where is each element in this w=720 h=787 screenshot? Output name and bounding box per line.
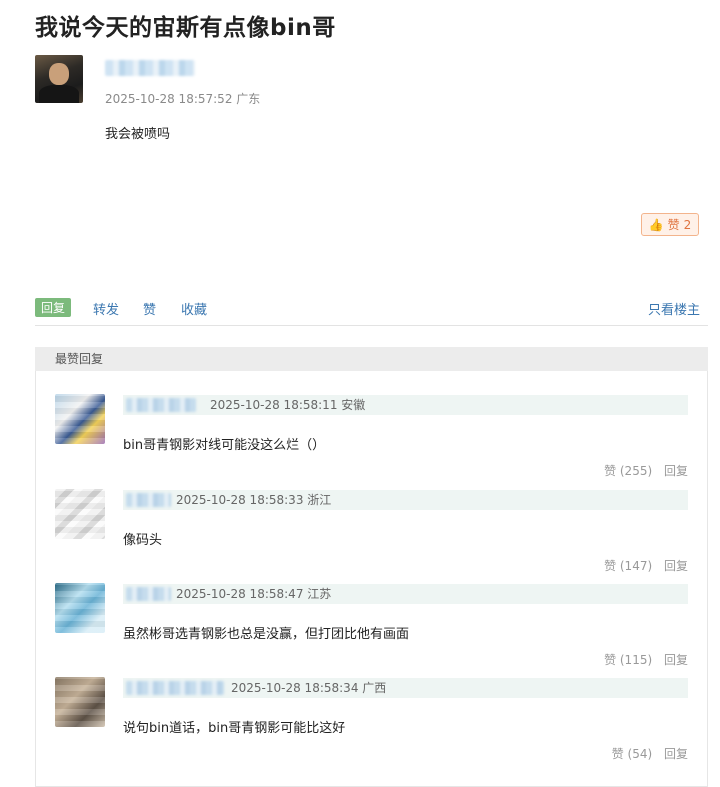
reply-time: 2025-10-28 18:58:11 <box>210 398 338 412</box>
reply-avatar[interactable] <box>55 394 105 444</box>
reply-like-button[interactable]: 赞 (115) <box>604 653 652 667</box>
reply-meta: 2025-10-28 18:58:33 浙江 <box>176 490 331 510</box>
divider <box>35 325 708 326</box>
reply-username-blurred[interactable] <box>126 493 171 507</box>
reply-item: 2025-10-28 18:58:34 广西 说句bin道话，bin哥青钢影可能… <box>35 677 708 772</box>
reply-footer: 赞 (255) 回复 <box>596 462 688 479</box>
reply-location: 江苏 <box>307 587 332 601</box>
reply-meta-bar: 2025-10-28 18:58:33 浙江 <box>123 490 688 510</box>
reply-meta: 2025-10-28 18:58:47 江苏 <box>176 584 331 604</box>
reply-username-blurred[interactable] <box>126 587 171 601</box>
post-actions: 回复 转发 赞 收藏 只看楼主 <box>35 297 700 319</box>
reply-time: 2025-10-28 18:58:47 <box>176 587 304 601</box>
reply-like-button[interactable]: 赞 (54) <box>612 747 652 761</box>
post-location: 广东 <box>236 92 261 106</box>
reply-text: 像码头 <box>123 533 163 548</box>
reply-item: 2025-10-28 18:58:47 江苏 虽然彬哥选青钢影也总是没赢，但打团… <box>35 583 708 678</box>
reply-footer: 赞 (147) 回复 <box>596 557 688 574</box>
reply-avatar[interactable] <box>55 677 105 727</box>
reply-footer: 赞 (115) 回复 <box>596 651 688 668</box>
reply-footer: 赞 (54) 回复 <box>604 745 688 762</box>
reply-meta-bar: 2025-10-28 18:58:47 江苏 <box>123 584 688 604</box>
reply-like-button[interactable]: 赞 (255) <box>604 464 652 478</box>
reply-meta-bar: 2025-10-28 18:58:34 广西 <box>123 678 688 698</box>
reply-text: 说句bin道话，bin哥青钢影可能比这好 <box>123 721 346 736</box>
reply-meta: 2025-10-28 18:58:11 安徽 <box>210 395 365 415</box>
reply-reply-button[interactable]: 回复 <box>664 464 688 478</box>
reply-username-blurred[interactable] <box>126 398 196 412</box>
reply-text: bin哥青钢影对线可能没这么烂（） <box>123 438 326 453</box>
forward-button[interactable]: 转发 <box>93 299 119 318</box>
reply-reply-button[interactable]: 回复 <box>664 653 688 667</box>
post-body: 我会被喷吗 <box>105 127 171 142</box>
author-avatar[interactable] <box>35 55 83 103</box>
only-op-button[interactable]: 只看楼主 <box>648 299 700 318</box>
post-like-count: 2 <box>683 217 692 232</box>
reply-like-button[interactable]: 赞 (147) <box>604 559 652 573</box>
reply-avatar[interactable] <box>55 489 105 539</box>
post-title: 我说今天的宙斯有点像bin哥 <box>35 15 336 41</box>
thumbs-up-icon: 👍 <box>648 217 664 232</box>
hot-replies-header: 最赞回复 <box>35 347 708 371</box>
reply-meta: 2025-10-28 18:58:34 广西 <box>231 678 386 698</box>
reply-time: 2025-10-28 18:58:34 <box>231 681 359 695</box>
reply-button[interactable]: 回复 <box>35 298 72 317</box>
post-like-button[interactable]: 👍 赞 2 <box>641 213 699 236</box>
reply-reply-button[interactable]: 回复 <box>664 559 688 573</box>
reply-text: 虽然彬哥选青钢影也总是没赢，但打团比他有画面 <box>123 627 410 642</box>
post-like-label: 赞 <box>667 218 680 232</box>
post-time: 2025-10-28 18:57:52 <box>105 92 233 106</box>
author-name-blurred[interactable] <box>105 60 195 76</box>
reply-username-blurred[interactable] <box>126 681 224 695</box>
reply-time: 2025-10-28 18:58:33 <box>176 493 304 507</box>
reply-meta-bar: 2025-10-28 18:58:11 安徽 <box>123 395 688 415</box>
post-meta: 2025-10-28 18:57:52 广东 <box>105 90 260 107</box>
reply-item: 2025-10-28 18:58:33 浙江 像码头 赞 (147) 回复 <box>35 489 708 584</box>
reply-item: 2025-10-28 18:58:11 安徽 bin哥青钢影对线可能没这么烂（）… <box>35 394 708 489</box>
reply-location: 广西 <box>362 681 387 695</box>
reply-location: 安徽 <box>341 398 366 412</box>
reply-location: 浙江 <box>307 493 332 507</box>
like-button[interactable]: 赞 <box>143 299 156 318</box>
reply-avatar[interactable] <box>55 583 105 633</box>
reply-reply-button[interactable]: 回复 <box>664 747 688 761</box>
favorite-button[interactable]: 收藏 <box>181 299 207 318</box>
